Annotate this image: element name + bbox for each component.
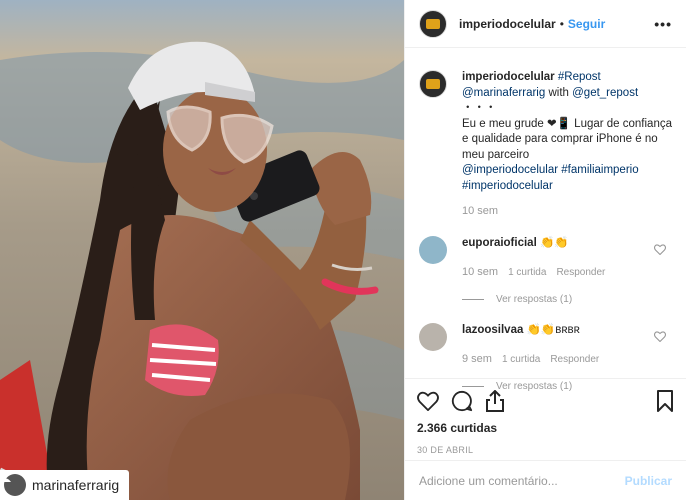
- like-heart-icon[interactable]: [417, 391, 439, 411]
- comment-time[interactable]: 10 sem: [462, 265, 498, 280]
- caption-time[interactable]: 10 sem: [462, 204, 672, 220]
- commenter-username[interactable]: lazoosilvaa: [462, 324, 523, 336]
- commenter-avatar[interactable]: [419, 235, 447, 264]
- reply-button[interactable]: Responder: [556, 265, 605, 280]
- share-icon[interactable]: [485, 390, 505, 412]
- comment-body: euporaioficial 👏👏 10 sem 1 curtida Respo…: [462, 236, 662, 307]
- account-avatar[interactable]: [419, 9, 447, 38]
- repost-user-icon: [1, 471, 26, 496]
- caption: imperiodocelular #Repost @marinaferrarig…: [405, 70, 686, 220]
- comment-likes[interactable]: 1 curtida: [508, 265, 546, 280]
- crown-icon: [426, 18, 440, 29]
- caption-dots: ・・・: [462, 102, 497, 114]
- author-mention[interactable]: @marinaferrarig: [462, 87, 545, 99]
- post-photo[interactable]: marinaferrarig: [0, 0, 404, 500]
- instagram-post: marinaferrarig imperiodocelular • Seguir…: [0, 0, 686, 500]
- post-actions: 2.366 curtidas 30 DE ABRIL: [405, 378, 686, 455]
- repost-hashtag[interactable]: #Repost: [558, 71, 601, 83]
- comment-like-heart-icon[interactable]: [654, 243, 666, 255]
- repost-tag[interactable]: marinaferrarig: [0, 470, 130, 500]
- caption-body: imperiodocelular #Repost @marinaferrarig…: [462, 70, 672, 220]
- reply-button[interactable]: Responder: [550, 352, 599, 367]
- comment-bubble-icon[interactable]: [451, 390, 473, 412]
- comment-meta: 10 sem 1 curtida Responder: [462, 265, 662, 280]
- account-username[interactable]: imperiodocelular: [459, 17, 556, 31]
- comments-list: imperiodocelular #Repost @marinaferrarig…: [405, 70, 686, 394]
- follow-button[interactable]: Seguir: [568, 17, 605, 31]
- comment-input[interactable]: [419, 473, 625, 488]
- tool-mention[interactable]: @get_repost: [572, 87, 638, 99]
- caption-text: Eu e meu grude ❤📱 Lugar de confiança e q…: [462, 117, 672, 161]
- comment-likes[interactable]: 1 curtida: [502, 352, 540, 367]
- store-mention[interactable]: @imperiodocelular: [462, 164, 558, 176]
- comment-text: 👏👏: [539, 236, 569, 249]
- store-hashtag[interactable]: #imperiodocelular: [462, 180, 553, 192]
- likes-count[interactable]: 2.366 curtidas: [417, 421, 674, 435]
- post-header: imperiodocelular • Seguir •••: [405, 0, 686, 48]
- view-replies[interactable]: Ver respostas (1): [462, 292, 662, 307]
- with-text: with: [548, 86, 569, 99]
- header-separator: •: [559, 16, 564, 31]
- comment-meta: 9 sem 1 curtida Responder: [462, 352, 662, 367]
- bookmark-icon[interactable]: [656, 390, 674, 412]
- comment-item: euporaioficial 👏👏 10 sem 1 curtida Respo…: [405, 235, 686, 307]
- comment-like-heart-icon[interactable]: [654, 330, 666, 342]
- crown-icon: [426, 79, 440, 89]
- family-hashtag[interactable]: #familiaimperio: [561, 164, 638, 176]
- add-comment-bar: Publicar: [405, 460, 686, 500]
- comment-time[interactable]: 9 sem: [462, 352, 492, 367]
- more-options-icon[interactable]: •••: [654, 16, 672, 32]
- view-replies-label: Ver respostas (1): [496, 293, 573, 305]
- commenter-avatar[interactable]: [419, 322, 447, 351]
- action-icons: [417, 387, 674, 415]
- post-sidebar: imperiodocelular • Seguir ••• imperiodoc…: [404, 0, 686, 500]
- photo-illustration: [0, 0, 404, 500]
- post-date[interactable]: 30 DE ABRIL: [417, 445, 674, 455]
- commenter-username[interactable]: euporaioficial: [462, 237, 537, 249]
- replies-line: [462, 298, 484, 300]
- caption-avatar[interactable]: [419, 70, 447, 98]
- caption-username[interactable]: imperiodocelular: [462, 71, 555, 83]
- repost-username: marinaferrarig: [32, 477, 120, 493]
- comment-text: 👏👏ʙʀʙʀ: [526, 323, 580, 336]
- publish-button[interactable]: Publicar: [625, 474, 672, 488]
